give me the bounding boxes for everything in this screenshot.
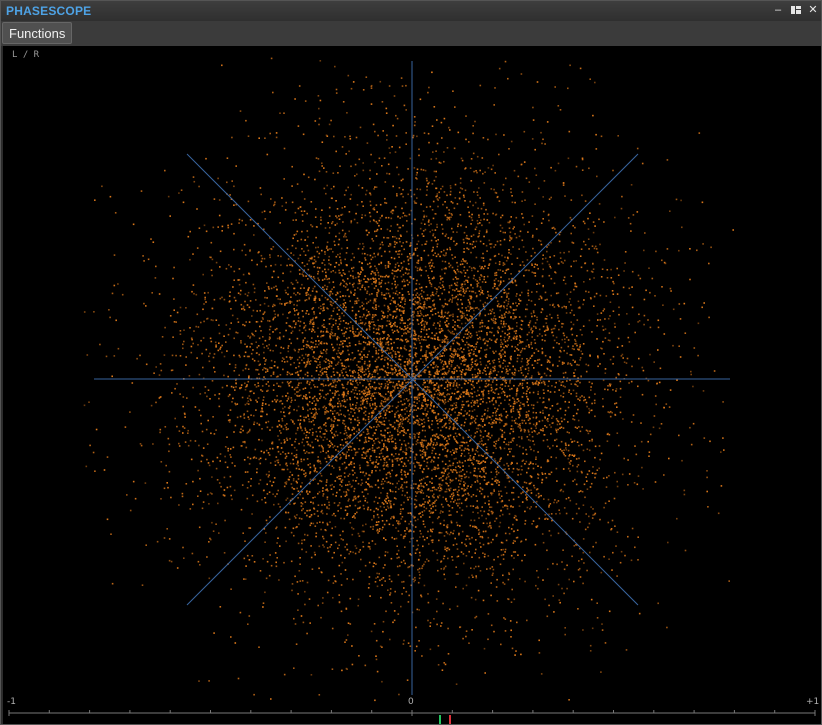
close-button[interactable]: ✕ — [806, 3, 820, 17]
mode-label: L / R — [12, 50, 40, 60]
axis-label-center: 0 — [408, 697, 414, 707]
window-title: PHASESCOPE — [6, 4, 92, 18]
layout-icon[interactable] — [789, 3, 803, 17]
phasescope-window: PHASESCOPE – ✕ Functions L / R -1 0 +1 — [0, 0, 822, 725]
balance-marker-right — [449, 715, 451, 724]
axis-label-left: -1 — [7, 697, 16, 707]
grid-lines — [94, 61, 730, 695]
title-bar[interactable]: PHASESCOPE – ✕ — [1, 1, 821, 21]
bottom-scale — [8, 710, 816, 716]
phasescope-canvas — [8, 57, 816, 724]
functions-menu-button[interactable]: Functions — [2, 22, 73, 44]
axis-label-right: +1 — [806, 697, 820, 707]
balance-marker-left — [439, 715, 441, 724]
toolbar: Functions — [1, 21, 821, 46]
phasescope-display: L / R -1 0 +1 — [3, 46, 821, 724]
minimize-button[interactable]: – — [771, 3, 785, 17]
